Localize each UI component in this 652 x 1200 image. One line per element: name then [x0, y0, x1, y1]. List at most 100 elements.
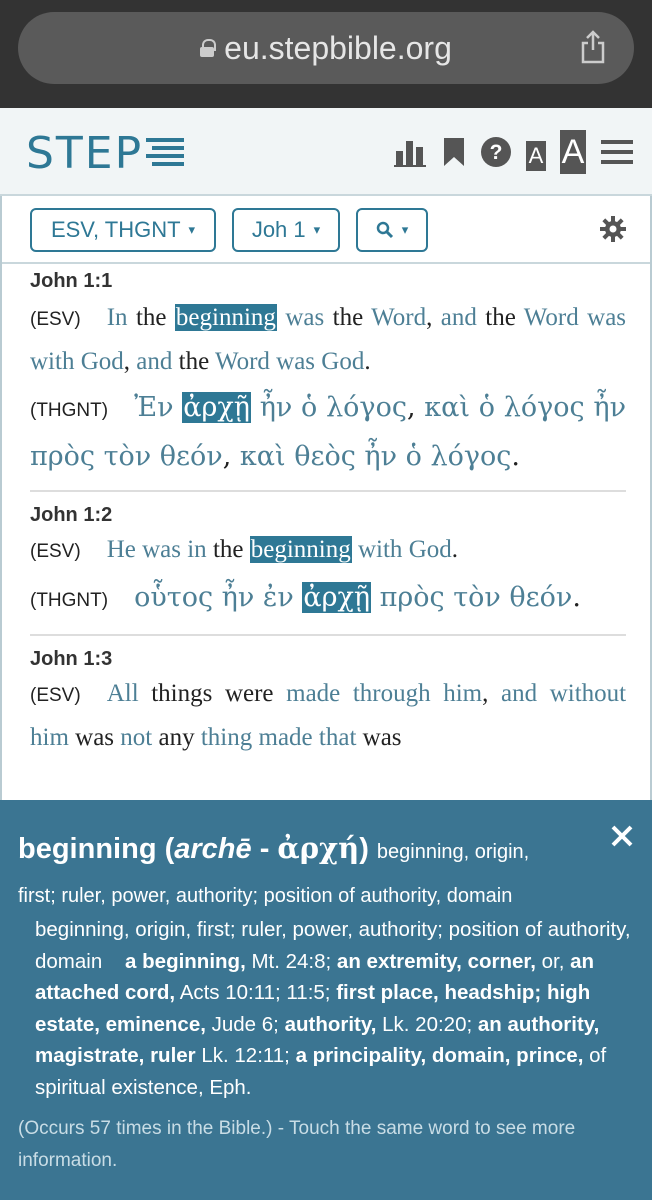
version-selector[interactable]: ESV, THGNT ▾: [30, 208, 216, 252]
word[interactable]: and: [501, 680, 537, 707]
word[interactable]: καὶ: [240, 441, 286, 472]
url-text[interactable]: eu.stepbible.org: [224, 30, 452, 67]
word[interactable]: ἦν: [260, 392, 293, 423]
lexicon-gloss: first; ruler, power, authority; position…: [18, 885, 513, 907]
word[interactable]: ἦν: [593, 392, 626, 423]
definition-text: Lk. 20:20;: [376, 1012, 478, 1036]
word[interactable]: was: [142, 536, 181, 563]
word[interactable]: οὗτος: [134, 582, 213, 613]
version-tag: (ESV): [30, 309, 81, 330]
word[interactable]: and: [441, 304, 477, 331]
word[interactable]: ἦν: [364, 441, 397, 472]
word[interactable]: Ἐν: [134, 392, 173, 423]
word[interactable]: ἦν: [222, 582, 255, 613]
word[interactable]: God: [81, 348, 124, 375]
word[interactable]: Word: [215, 348, 270, 375]
word[interactable]: θεὸς: [294, 441, 356, 472]
word[interactable]: was: [285, 304, 324, 331]
settings-gear-icon[interactable]: [600, 216, 626, 242]
browser-bar: eu.stepbible.org: [0, 0, 652, 108]
word: was: [75, 724, 115, 751]
thgnt-text: (THGNT) Ἐν ἀρχῇ ἦν ὁ λόγος, καὶ ὁ λόγος ἦ…: [30, 385, 626, 480]
word[interactable]: τὸν: [453, 582, 501, 613]
word[interactable]: In: [107, 304, 128, 331]
punctuation: ,: [222, 441, 232, 472]
word[interactable]: ἐν: [263, 582, 294, 613]
word[interactable]: made: [259, 724, 313, 751]
word[interactable]: was: [276, 348, 315, 375]
word[interactable]: λόγος: [430, 441, 511, 472]
word[interactable]: him: [443, 680, 482, 707]
word[interactable]: with: [30, 348, 74, 375]
word[interactable]: λόγος: [504, 392, 585, 423]
word[interactable]: ὁ: [301, 392, 317, 423]
word[interactable]: θεόν: [160, 441, 223, 472]
word-highlighted[interactable]: ἀρχῇ: [302, 582, 372, 613]
word[interactable]: ὁ: [406, 441, 422, 472]
definition-text: Acts 10:11; 11:5;: [175, 981, 337, 1004]
word-highlighted[interactable]: beginning: [174, 304, 277, 331]
version-tag: (ESV): [30, 541, 81, 562]
word[interactable]: πρὸς: [30, 441, 95, 472]
word-highlighted[interactable]: beginning: [249, 536, 352, 563]
verse-reference: John 1:2: [30, 504, 113, 526]
word[interactable]: that: [319, 724, 357, 751]
word[interactable]: τὸν: [104, 441, 152, 472]
version-label: ESV, THGNT: [50, 217, 181, 242]
step-logo[interactable]: STEP: [26, 128, 143, 179]
chevron-down-icon: ▾: [401, 222, 409, 237]
lexicon-short-definition: beginning, origin,: [376, 841, 530, 863]
word: things: [151, 680, 213, 707]
verse-reference: John 1:3: [30, 648, 113, 670]
lexicon-transliteration: archē: [174, 833, 252, 865]
word: the: [178, 348, 210, 375]
word[interactable]: thing: [201, 724, 252, 751]
esv-text: (ESV) He was in the beginning with God.: [30, 529, 626, 573]
word[interactable]: not: [120, 724, 152, 751]
search-button[interactable]: ▾: [356, 208, 428, 252]
version-tag: (THGNT): [30, 400, 109, 421]
verse-divider: [30, 490, 626, 492]
word[interactable]: in: [187, 536, 206, 563]
punctuation: .: [572, 582, 581, 613]
word[interactable]: him: [30, 724, 69, 751]
word[interactable]: Word: [371, 304, 426, 331]
font-larger-icon[interactable]: A: [560, 128, 586, 176]
word[interactable]: God: [321, 348, 364, 375]
word[interactable]: was: [587, 304, 626, 331]
word[interactable]: Word: [524, 304, 579, 331]
word[interactable]: God: [409, 536, 452, 563]
analysis-chart-icon[interactable]: [394, 128, 428, 176]
passage-panel: ESV, THGNT ▾ Joh 1 ▾ ▾ John 1:1 (ESV) In th…: [0, 196, 652, 800]
word[interactable]: θεόν: [509, 582, 572, 613]
word[interactable]: καὶ: [424, 392, 470, 423]
word[interactable]: ὁ: [479, 392, 495, 423]
word: any: [158, 724, 195, 751]
chevron-down-icon: ▾: [188, 222, 196, 237]
word[interactable]: with: [358, 536, 402, 563]
word[interactable]: made: [286, 680, 340, 707]
menu-icon[interactable]: [600, 128, 634, 176]
word: the: [485, 304, 516, 331]
word[interactable]: through: [353, 680, 431, 707]
word[interactable]: and: [136, 348, 172, 375]
word[interactable]: All: [107, 680, 139, 707]
definition-sense: a principality, domain, prince,: [295, 1044, 584, 1067]
font-smaller-icon[interactable]: A: [526, 128, 546, 176]
word[interactable]: πρὸς: [380, 582, 445, 613]
word[interactable]: without: [550, 680, 626, 707]
help-icon[interactable]: ?: [480, 128, 512, 176]
occurrence-note[interactable]: (Occurs 57 times in the Bible.) - Touch …: [18, 1113, 638, 1177]
definition-sense: a beginning,: [125, 949, 246, 973]
address-bar[interactable]: eu.stepbible.org: [18, 12, 634, 84]
lexicon-greek: ἀρχή: [277, 831, 360, 865]
punctuation: ,: [482, 680, 489, 707]
lock-icon: [200, 39, 217, 57]
word[interactable]: He: [107, 536, 136, 563]
lexicon-popup: beginning (archē - ἀρχή) beginning, orig…: [0, 800, 652, 1200]
word-highlighted[interactable]: ἀρχῇ: [182, 392, 251, 423]
bookmark-icon[interactable]: [442, 128, 466, 176]
passage-selector[interactable]: Joh 1 ▾: [232, 208, 340, 252]
share-icon[interactable]: [580, 30, 606, 64]
word[interactable]: λόγος: [326, 392, 407, 423]
